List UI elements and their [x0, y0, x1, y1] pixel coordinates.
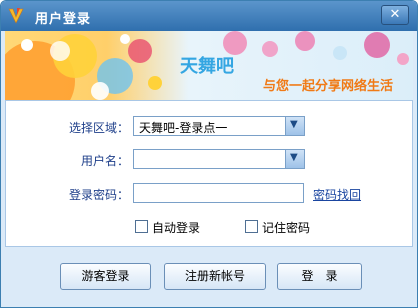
region-value: 天舞吧-登录点一	[139, 121, 228, 135]
chevron-down-icon: ▼	[290, 152, 298, 163]
window-title: 用户登录	[35, 12, 92, 27]
title-bar[interactable]: 用户登录 ✕	[1, 1, 417, 31]
brand-name: 天舞吧	[180, 56, 234, 77]
password-label: 登录密码：	[68, 188, 129, 202]
region-label: 选择区域：	[68, 121, 129, 135]
remember-password-label: 记住密码	[262, 221, 311, 235]
region-select[interactable]: 天舞吧-登录点一 ▼	[133, 116, 305, 136]
app-logo-icon	[8, 8, 24, 24]
slogan: 与您一起分享网络生活	[263, 79, 394, 94]
guest-login-button[interactable]: 游客登录	[60, 263, 151, 290]
username-dropdown-button[interactable]: ▼	[285, 150, 304, 168]
chevron-down-icon: ▼	[290, 119, 298, 130]
banner: 天舞吧 与您一起分享网络生活	[5, 31, 413, 100]
auto-login-label: 自动登录	[152, 221, 201, 235]
login-window: 用户登录 ✕ 天舞吧 与您一起分享网络生活 选择区域： 天舞吧-登录点一 ▼ 用…	[0, 0, 418, 308]
login-button[interactable]: 登 录	[277, 263, 362, 290]
username-combo[interactable]: ▼	[133, 149, 305, 169]
remember-password-checkbox[interactable]	[245, 220, 258, 233]
close-icon: ✕	[389, 7, 401, 22]
recover-password-link[interactable]: 密码找回	[313, 186, 361, 203]
auto-login-checkbox[interactable]	[135, 220, 148, 233]
register-button[interactable]: 注册新帐号	[164, 263, 266, 290]
region-dropdown-button[interactable]: ▼	[285, 117, 304, 135]
password-field[interactable]	[133, 183, 304, 203]
username-label: 用户名：	[80, 154, 129, 168]
close-button[interactable]: ✕	[381, 5, 409, 25]
